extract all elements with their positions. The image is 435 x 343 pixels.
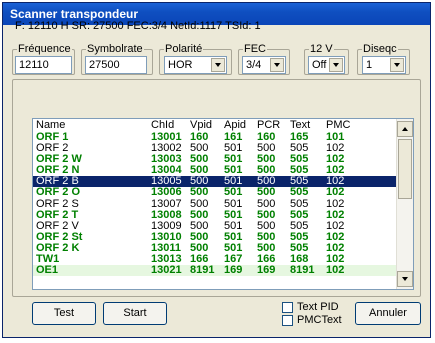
- header-vpid: Vpid: [190, 119, 213, 131]
- scroll-up-button[interactable]: [397, 121, 413, 137]
- diseqc-label: Diseqc: [363, 43, 397, 55]
- polarite-value: HOR: [168, 59, 193, 71]
- chevron-down-icon: [274, 63, 280, 67]
- cell-chid: 13008: [151, 208, 182, 221]
- header-pmc: PMC: [326, 119, 351, 131]
- scroll-thumb[interactable]: [398, 139, 412, 199]
- table-row[interactable]: ORF 2 S 13007 500 501 500 505 102: [33, 197, 403, 210]
- scroll-down-button[interactable]: [397, 271, 413, 287]
- cell-apid: 169: [224, 264, 243, 277]
- polarite-dropdown-button[interactable]: [211, 58, 225, 72]
- text-pid-checkbox[interactable]: [282, 302, 293, 313]
- chevron-down-icon: [333, 63, 339, 67]
- start-button[interactable]: Start: [103, 302, 167, 325]
- table-row[interactable]: ORF 2 K 13011 500 501 500 505 102: [33, 242, 403, 254]
- table-row[interactable]: ORF 2 St 13010 500 501 500 505 102: [33, 231, 403, 243]
- cell-vpid: 8191: [190, 264, 215, 277]
- 12v-value: Off: [312, 59, 327, 71]
- cell-pmc: 102: [326, 186, 345, 199]
- cell-text: 505: [290, 208, 309, 221]
- table-row[interactable]: ORF 2 T 13008 500 501 500 505 102: [33, 208, 403, 221]
- cell-apid: 501: [224, 208, 243, 221]
- table-row[interactable]: ORF 2 O 13006 500 501 500 505 102: [33, 187, 403, 198]
- cell-pcr: 500: [257, 197, 276, 210]
- channel-list[interactable]: Name ChId Vpid Apid PCR Text PMC ORF 1 13…: [32, 118, 414, 290]
- header-text: Text: [290, 119, 311, 131]
- pmctext-checkbox[interactable]: [282, 315, 293, 326]
- header-name: Name: [36, 119, 66, 131]
- cell-pcr: 500: [257, 208, 276, 221]
- diseqc-dropdown-button[interactable]: [390, 58, 404, 72]
- fec-value: 3/4: [246, 59, 262, 71]
- table-row[interactable]: ORF 2 W 13003 500 501 500 505 102: [33, 154, 403, 165]
- pmctext-label: PMCText: [297, 314, 342, 326]
- chevron-down-icon: [394, 63, 400, 67]
- cell-vpid: 500: [190, 197, 209, 210]
- vertical-scrollbar[interactable]: [396, 119, 413, 289]
- fec-dropdown-button[interactable]: [270, 58, 284, 72]
- cell-text: 8191: [290, 264, 315, 277]
- table-row[interactable]: OE1 13021 8191 169 169 8191 102: [33, 264, 403, 277]
- symbolrate-input[interactable]: 27500: [85, 56, 147, 74]
- table-row[interactable]: ORF 2 13002 500 501 500 505 102: [33, 143, 403, 154]
- cell-chid: 13021: [151, 264, 182, 277]
- diseqc-value: 1: [366, 59, 373, 71]
- text-pid-label: Text PID: [297, 301, 339, 313]
- cell-text: 505: [290, 197, 309, 210]
- transponder-info: F: 12110 H SR: 27500 FEC:3/4 NetId:1117 …: [15, 20, 261, 32]
- fec-label: FEC: [244, 43, 266, 55]
- annuler-button[interactable]: Annuler: [355, 302, 421, 325]
- frequence-input[interactable]: 12110: [15, 56, 72, 74]
- cell-name: ORF 2 S: [36, 197, 79, 210]
- cell-name: OE1: [36, 264, 59, 277]
- 12v-label: 12 V: [310, 43, 333, 55]
- cell-apid: 501: [224, 197, 243, 210]
- cell-apid: 501: [224, 186, 243, 199]
- table-row[interactable]: ORF 2 V 13009 500 501 500 505 102: [33, 220, 403, 232]
- symbolrate-label: Symbolrate: [87, 43, 143, 55]
- cell-pmc: 102: [326, 264, 345, 277]
- 12v-select[interactable]: Off: [308, 56, 345, 74]
- table-row[interactable]: ORF 2 B 13005 500 501 500 505 102: [33, 176, 403, 188]
- header-pcr: PCR: [257, 119, 281, 131]
- polarite-select[interactable]: HOR: [164, 56, 227, 74]
- cell-chid: 13007: [151, 197, 182, 210]
- table-row[interactable]: ORF 1 13001 160 161 160 165 101: [33, 132, 403, 143]
- cell-vpid: 500: [190, 208, 209, 221]
- cell-vpid: 500: [190, 186, 209, 199]
- fec-select[interactable]: 3/4: [242, 56, 286, 74]
- header-chid: ChId: [151, 119, 175, 131]
- cell-name: ORF 2 O: [36, 186, 81, 199]
- 12v-dropdown-button[interactable]: [329, 58, 343, 72]
- cell-pcr: 500: [257, 186, 276, 199]
- cell-pmc: 102: [326, 208, 345, 221]
- channel-rows: ORF 1 13001 160 161 160 165 101 ORF 2 13002 500 50…: [33, 132, 403, 277]
- polarite-label: Polarité: [165, 43, 203, 55]
- channel-list-header: Name ChId Vpid Apid PCR Text PMC: [33, 119, 403, 132]
- cell-name: ORF 2 T: [36, 208, 79, 221]
- table-row[interactable]: TW1 13013 166 167 166 168 102: [33, 254, 403, 265]
- chevron-up-icon: [402, 127, 408, 131]
- test-button[interactable]: Test: [32, 302, 96, 325]
- chevron-down-icon: [215, 63, 221, 67]
- diseqc-select[interactable]: 1: [362, 56, 406, 74]
- cell-pcr: 169: [257, 264, 276, 277]
- frequence-label: Fréquence: [18, 43, 71, 55]
- header-apid: Apid: [224, 119, 247, 131]
- table-row[interactable]: ORF 2 N 13004 500 501 500 505 102: [33, 165, 403, 176]
- cell-chid: 13006: [151, 186, 182, 199]
- cell-text: 505: [290, 186, 309, 199]
- cell-pmc: 102: [326, 197, 345, 210]
- chevron-down-icon: [402, 277, 408, 281]
